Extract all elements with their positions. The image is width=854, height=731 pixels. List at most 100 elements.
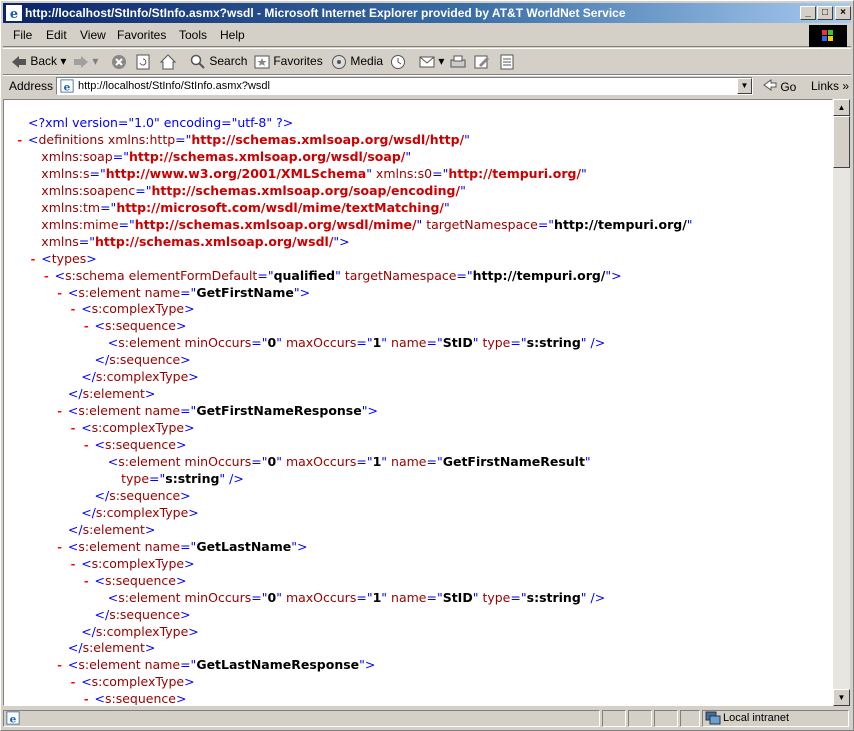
xml-token: xmlns:mime (41, 216, 119, 232)
address-input[interactable]: e http://localhost/StInfo/StInfo.asmx?ws… (56, 77, 753, 95)
collapse-toggle[interactable]: - (56, 658, 68, 675)
xml-token: qualified (273, 267, 336, 283)
collapse-toggle[interactable]: - (29, 252, 41, 269)
collapse-toggle[interactable]: - (56, 286, 68, 303)
xml-token: s:string (165, 470, 220, 486)
forward-button[interactable]: ▾ (73, 52, 98, 70)
vertical-scrollbar[interactable]: ▲ ▼ (833, 99, 850, 706)
scroll-up-button[interactable]: ▲ (833, 99, 850, 116)
xml-line: </s:element> (56, 639, 155, 656)
collapse-toggle[interactable]: - (83, 574, 95, 591)
maximize-button[interactable]: □ (817, 6, 833, 20)
xml-token: name (391, 589, 427, 605)
xml-line: - <s:complexType> (69, 300, 194, 317)
collapse-toggle[interactable]: - (69, 675, 81, 692)
collapse-toggle[interactable]: - (83, 692, 95, 705)
history-button[interactable] (389, 52, 407, 70)
xml-token: =" (356, 589, 373, 605)
search-button[interactable]: Search (190, 52, 247, 70)
back-button[interactable]: Back ▾ (11, 52, 66, 70)
xml-token: > (144, 386, 156, 402)
scroll-thumb[interactable] (833, 116, 850, 168)
collapse-toggle[interactable]: - (56, 540, 68, 557)
xml-token: GetFirstNameResponse (196, 403, 362, 419)
address-dropdown-button[interactable]: ▼ (737, 78, 752, 94)
collapse-toggle[interactable]: - (16, 133, 28, 150)
edit-button[interactable] (474, 52, 490, 70)
xml-token: < (94, 691, 105, 706)
xml-token: s:sequence (104, 318, 176, 334)
xml-token: < (67, 403, 79, 419)
xml-token: name (144, 538, 181, 554)
xml-line: <s:element minOccurs="0" maxOccurs="1" n… (96, 589, 605, 606)
xml-token: s:complexType (95, 504, 189, 520)
search-label: Search (209, 54, 248, 68)
xml-token: =" (251, 454, 268, 469)
go-button[interactable]: Go (763, 79, 796, 94)
menu-edit[interactable]: Edit (46, 28, 67, 42)
xml-line: - <s:element name="GetLastName"> (56, 538, 308, 555)
xml-token: > (184, 555, 195, 571)
scroll-down-button[interactable]: ▼ (833, 689, 850, 706)
discuss-button[interactable] (499, 52, 515, 70)
xml-line: </s:element> (56, 385, 155, 402)
xml-token: < (41, 250, 52, 266)
menu-tools[interactable]: Tools (179, 28, 207, 42)
go-arrow-icon (763, 79, 777, 91)
xml-token: s:element (78, 538, 145, 554)
menu-file[interactable]: File (13, 28, 32, 42)
collapse-toggle[interactable]: - (83, 438, 95, 455)
xml-token: http://tempuri.org/ (472, 267, 606, 283)
xml-token: GetLastName (196, 538, 292, 554)
xml-line: xmlns:mime="http://schemas.xmlsoap.org/w… (29, 216, 692, 233)
media-button[interactable]: Media (331, 52, 383, 70)
collapse-toggle[interactable]: - (56, 404, 68, 421)
collapse-toggle[interactable]: - (69, 557, 81, 574)
menu-help[interactable]: Help (220, 28, 245, 42)
xml-token: xmlns:http (107, 131, 176, 147)
print-button[interactable] (450, 52, 466, 70)
xml-token: type (482, 589, 511, 605)
xml-token: < (81, 555, 92, 571)
refresh-button[interactable] (135, 52, 151, 70)
search-icon (190, 54, 205, 69)
minimize-button[interactable]: _ (800, 6, 816, 20)
xml-token: " (276, 335, 286, 351)
home-button[interactable] (159, 52, 177, 70)
xml-token: < (107, 335, 119, 351)
menu-view[interactable]: View (80, 28, 106, 42)
xml-token: s:element (118, 335, 185, 351)
xml-token: s:element (78, 284, 145, 300)
xml-token: " /> (580, 335, 606, 351)
xml-token: > (144, 640, 156, 656)
collapse-toggle[interactable]: - (69, 302, 81, 319)
svg-text:e: e (64, 81, 71, 93)
xml-token: s:element (78, 657, 145, 673)
xml-line: </s:complexType> (69, 504, 199, 521)
xml-token: <?xml version="1.0" encoding="utf-8" ?> (28, 115, 294, 130)
title-bar[interactable]: e http://localhost/StInfo/StInfo.asmx?ws… (3, 3, 851, 23)
xml-token: > (175, 572, 187, 588)
mail-button[interactable]: ▾ (419, 52, 444, 70)
menu-favorites[interactable]: Favorites (117, 28, 166, 42)
xml-token: name (391, 454, 427, 469)
xml-line: xmlns:tm="http://microsoft.com/wsdl/mime… (29, 199, 449, 216)
favorites-button[interactable]: Favorites (254, 52, 323, 70)
status-zone-label: Local intranet (723, 712, 790, 724)
xml-line: - <s:sequence> (83, 572, 187, 589)
collapse-toggle[interactable]: - (43, 269, 55, 286)
xml-token: " (276, 589, 286, 605)
xml-token: maxOccurs (285, 589, 357, 605)
stop-button[interactable] (111, 52, 127, 70)
xml-token: " (584, 454, 591, 469)
links-button[interactable]: Links » (811, 79, 849, 93)
collapse-toggle[interactable]: - (83, 319, 95, 336)
collapse-toggle[interactable]: - (69, 421, 81, 438)
close-button[interactable]: × (835, 6, 851, 20)
xml-line: </s:complexType> (69, 623, 199, 640)
xml-token: < (67, 657, 79, 673)
xml-token: 1 (372, 454, 382, 469)
xml-token: s:sequence (109, 606, 181, 622)
xml-token: < (81, 420, 92, 436)
xml-token: < (67, 284, 79, 300)
